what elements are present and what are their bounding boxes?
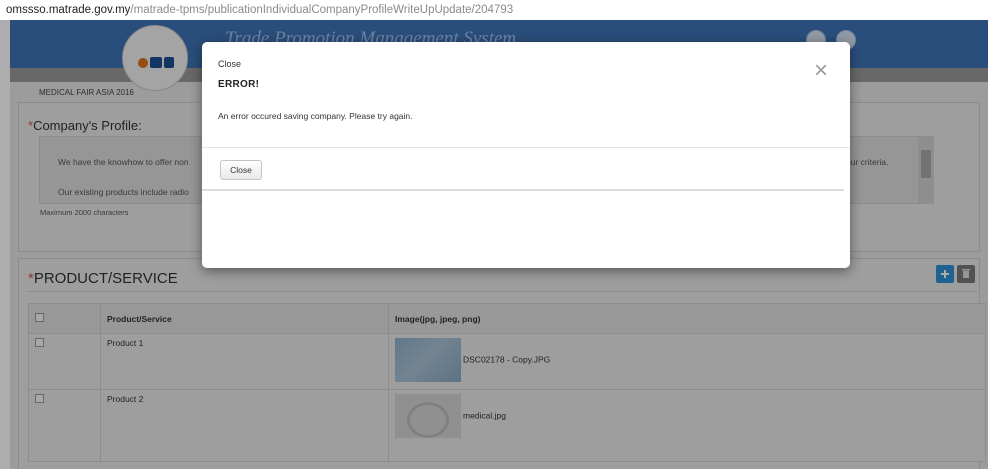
close-button[interactable]: Close: [220, 160, 262, 180]
close-icon[interactable]: ×: [809, 59, 833, 83]
address-bar[interactable]: omssso.matrade.gov.my/matrade-tpms/publi…: [0, 0, 988, 20]
modal-heading: ERROR!: [218, 79, 260, 90]
divider: [202, 189, 844, 191]
modal-title: Close: [218, 59, 242, 69]
error-message: An error occured saving company. Please …: [218, 111, 413, 121]
divider: [202, 147, 850, 148]
url-path: /matrade-tpms/publicationIndividualCompa…: [130, 4, 514, 16]
error-dialog: Close × ERROR! An error occured saving c…: [202, 42, 850, 268]
url-host: omssso.matrade.gov.my: [6, 4, 131, 16]
